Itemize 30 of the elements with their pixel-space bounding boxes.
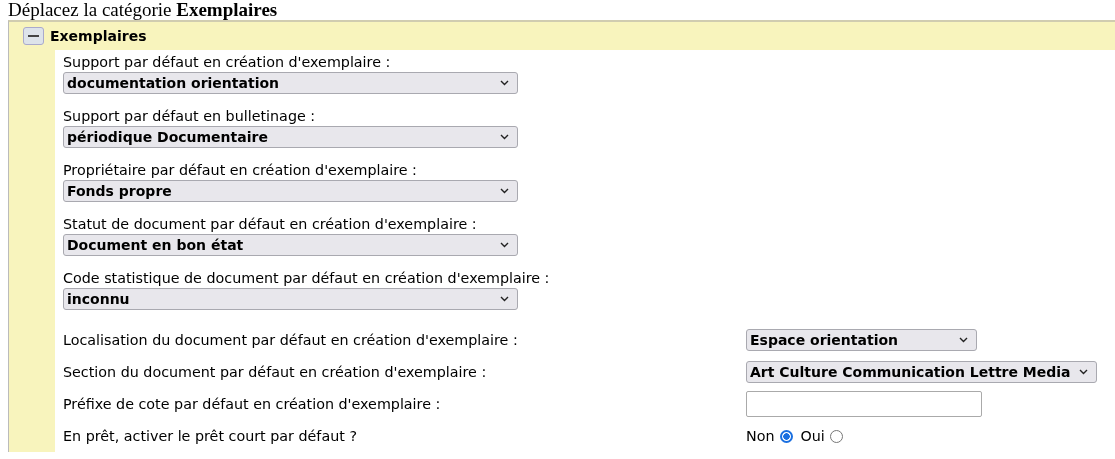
field-label: Localisation du document par défaut en création d'exemplaire : xyxy=(63,332,519,348)
field-label: Propriétaire par défaut en création d'exemplaire : xyxy=(63,162,418,178)
caret-icon xyxy=(500,296,509,302)
caret-icon xyxy=(1078,369,1088,375)
field-label: Support par défaut en création d'exemplaire : xyxy=(63,54,392,70)
dropdown[interactable]: Document en bon état xyxy=(63,234,518,256)
section-title: Exemplaires xyxy=(50,28,147,44)
input-field[interactable] xyxy=(746,391,982,417)
field-label: Support par défaut en bulletinage : xyxy=(63,108,317,124)
field-label: Préfixe de cote par défaut en création d'exemplaire : xyxy=(63,396,442,412)
dropdown[interactable]: périodique Documentaire xyxy=(63,126,518,148)
dropdown[interactable]: documentation orientation xyxy=(63,72,518,94)
field-label: Statut de document par défaut en création d'exemplaire : xyxy=(63,216,478,232)
caret-icon xyxy=(500,80,509,86)
field-label: En prêt, activer le prêt court par défaut ? xyxy=(63,428,358,444)
caret-icon xyxy=(500,134,509,140)
caret-icon xyxy=(500,188,509,194)
dropdown[interactable]: inconnu xyxy=(63,288,518,310)
dropdown[interactable]: Fonds propre xyxy=(63,180,518,202)
radio-label: Oui xyxy=(800,428,825,444)
collapse-button[interactable] xyxy=(23,27,44,45)
page-heading: Déplacez la catégorie Exemplaires xyxy=(7,0,279,20)
radio-label: Non xyxy=(746,428,775,444)
dropdown[interactable]: Espace orientation xyxy=(746,329,977,351)
radio-button[interactable] xyxy=(779,429,793,443)
field-label: Code statistique de document par défaut en création d'exemplaire : xyxy=(63,270,551,286)
dropdown[interactable]: Art Culture Communication Lettre Media xyxy=(746,361,1097,383)
field-label: Section du document par défaut en création d'exemplaire : xyxy=(63,364,488,380)
caret-icon xyxy=(500,242,509,248)
caret-icon xyxy=(959,337,968,343)
